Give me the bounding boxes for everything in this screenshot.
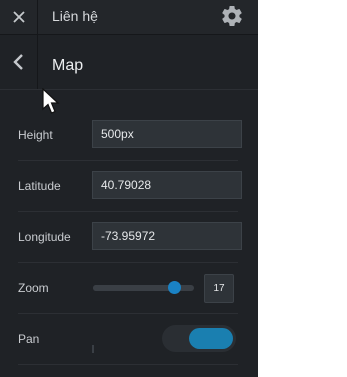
longitude-input[interactable]: [92, 222, 242, 250]
settings-panel: Liên hệ Map Height Latitude Longitude Zo…: [0, 0, 258, 377]
latitude-input[interactable]: [92, 171, 242, 199]
height-row: Height: [18, 110, 242, 161]
pan-label: Pan: [18, 332, 40, 346]
zoom-slider-thumb[interactable]: [167, 281, 181, 294]
pan-toggle-knob: [189, 328, 233, 349]
chevron-left-icon: [12, 54, 23, 70]
latitude-row: Latitude: [18, 161, 242, 212]
pan-toggle[interactable]: [92, 325, 236, 353]
zoom-slider-fill: [93, 285, 174, 291]
settings-button[interactable]: [220, 4, 244, 28]
back-button[interactable]: [0, 35, 38, 89]
zoom-label: Zoom: [18, 281, 49, 295]
zoom-row: Zoom 17: [18, 263, 238, 314]
pan-row: Pan: [18, 314, 238, 365]
longitude-row: Longitude: [18, 212, 242, 263]
zoom-slider[interactable]: [93, 281, 194, 294]
height-label: Height: [18, 128, 53, 142]
toggle-tick: [92, 345, 94, 353]
longitude-label: Longitude: [18, 230, 71, 244]
section-header: Map: [0, 35, 258, 90]
close-icon: [12, 11, 25, 23]
topbar-title: Liên hệ: [52, 8, 98, 24]
section-title: Map: [52, 57, 84, 74]
close-button[interactable]: [0, 0, 38, 34]
zoom-value[interactable]: 17: [204, 274, 234, 303]
height-input[interactable]: [92, 120, 242, 148]
panel-topbar: Liên hệ: [0, 0, 258, 35]
latitude-label: Latitude: [18, 179, 61, 193]
gear-icon: [222, 6, 242, 27]
